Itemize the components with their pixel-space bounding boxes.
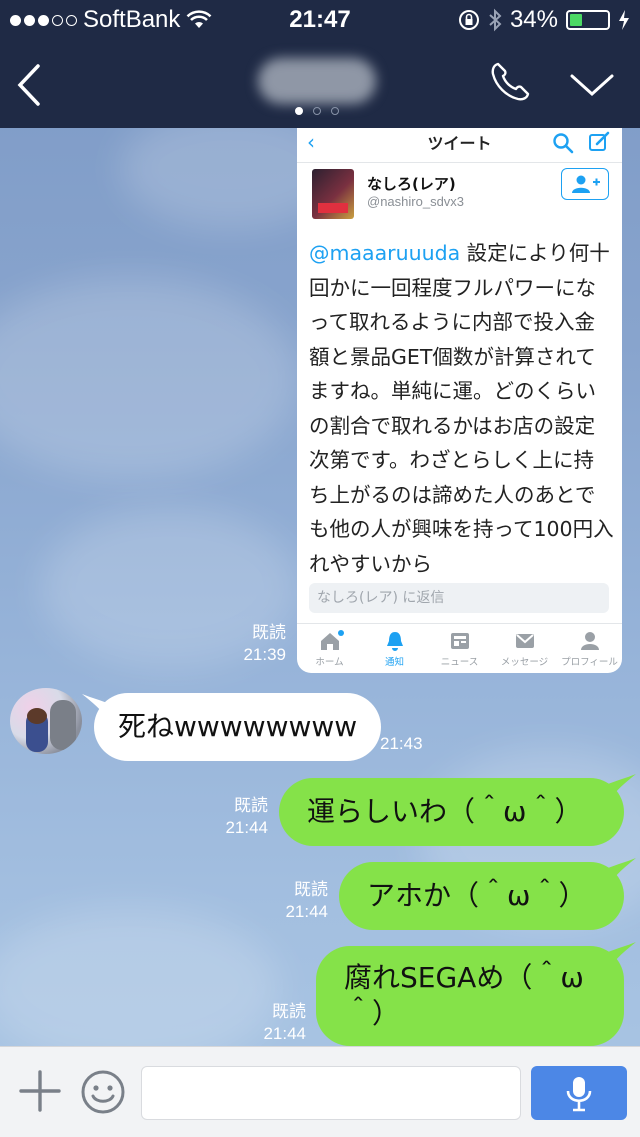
chat-title-blurred[interactable]: [258, 58, 376, 104]
message-time: 21:43: [380, 734, 423, 753]
battery-level: [570, 14, 582, 26]
read-receipt: 既読: [252, 623, 286, 642]
read-receipt: 既読: [294, 880, 328, 899]
tweet-tab-bar: ホーム 通知 ニュース メッセージ プロフィール: [297, 623, 622, 673]
message-meta: 既読 21:39: [220, 622, 286, 666]
rotation-lock-icon: [458, 10, 479, 30]
tweet-screenshot-image[interactable]: ‹ ツイート なしろ(レア) @nashiro_sdvx3 @maaaruuud…: [297, 128, 622, 673]
plus-icon[interactable]: [18, 1069, 62, 1113]
message-text-line: ＾）: [344, 997, 401, 1030]
emoji-icon[interactable]: [80, 1069, 126, 1115]
sent-message-bubble[interactable]: 運らしいわ（＾ω＾）: [279, 778, 624, 846]
read-receipt: 既読: [234, 796, 268, 815]
tweet-author-name: なしろ(レア): [367, 175, 456, 193]
chevron-down-icon[interactable]: [568, 70, 616, 100]
bubble-tail: [608, 942, 636, 970]
sent-message-bubble[interactable]: アホか（＾ω＾）: [339, 862, 624, 930]
tweet-header: ‹ ツイート: [297, 128, 622, 163]
search-icon: [553, 133, 574, 154]
microphone-icon: [566, 1077, 592, 1112]
follow-button: [561, 168, 609, 200]
chat-header: [0, 40, 640, 128]
tweet-tab-messages: メッセージ: [492, 624, 557, 673]
page-indicator: [295, 107, 339, 115]
status-right: 34%: [458, 6, 630, 34]
add-user-icon: [572, 175, 600, 193]
avatar[interactable]: [10, 688, 82, 754]
message-time: 21:44: [225, 818, 268, 837]
battery-icon: [566, 10, 610, 30]
charging-bolt-icon: [619, 10, 629, 30]
tweet-reply-field: なしろ(レア) に返信: [309, 583, 609, 613]
page-dot: [331, 107, 339, 115]
status-bar: SoftBank 21:47 34%: [0, 0, 640, 40]
bell-icon: [386, 632, 403, 651]
bubble-tail: [608, 858, 636, 886]
bubble-tail: [608, 774, 636, 802]
sent-message-bubble[interactable]: 腐れSEGAめ（＾ω ＾）: [316, 946, 624, 1046]
message-time: 21:44: [285, 902, 328, 921]
message-time: 21:44: [263, 1024, 306, 1043]
news-icon: [450, 633, 469, 649]
bluetooth-icon: [489, 8, 502, 32]
profile-icon: [580, 632, 599, 650]
message-input[interactable]: [141, 1066, 521, 1120]
message-meta: 既読 21:44: [260, 879, 328, 923]
message-input-bar: [0, 1046, 640, 1137]
message-meta: 既読 21:44: [238, 1001, 306, 1045]
message-time: 21:39: [243, 645, 286, 664]
message-meta: 既読 21:44: [200, 795, 268, 839]
page-dot: [313, 107, 321, 115]
message-text-line: 腐れSEGAめ（＾ω: [344, 961, 584, 994]
compose-icon: [589, 131, 610, 151]
battery-percent: 34%: [509, 6, 558, 33]
tweet-mention: @maaaruuuda: [309, 241, 461, 265]
tweet-text: @maaaruuuda 設定により何十回かに一回程度フルパワーになって取れるよう…: [309, 236, 614, 581]
phone-icon[interactable]: [488, 60, 532, 104]
tweet-author-handle: @nashiro_sdvx3: [367, 194, 465, 209]
voice-message-button[interactable]: [531, 1066, 627, 1120]
tweet-body: 設定により何十回かに一回程度フルパワーになって取れるように内部で投入金額と景品G…: [309, 241, 614, 576]
back-chevron-icon[interactable]: [14, 62, 54, 108]
read-receipt: 既読: [272, 1002, 306, 1021]
tweet-author-avatar: [312, 169, 354, 219]
received-message-bubble[interactable]: 死ねwwwwwwww: [94, 693, 382, 761]
tweet-tab-home: ホーム: [297, 624, 362, 673]
tweet-tab-news: ニュース: [427, 624, 492, 673]
tweet-tab-profile: プロフィール: [557, 624, 622, 673]
tweet-tab-notifications: 通知: [362, 624, 427, 673]
message-icon: [515, 634, 534, 648]
page-dot: [295, 107, 303, 115]
